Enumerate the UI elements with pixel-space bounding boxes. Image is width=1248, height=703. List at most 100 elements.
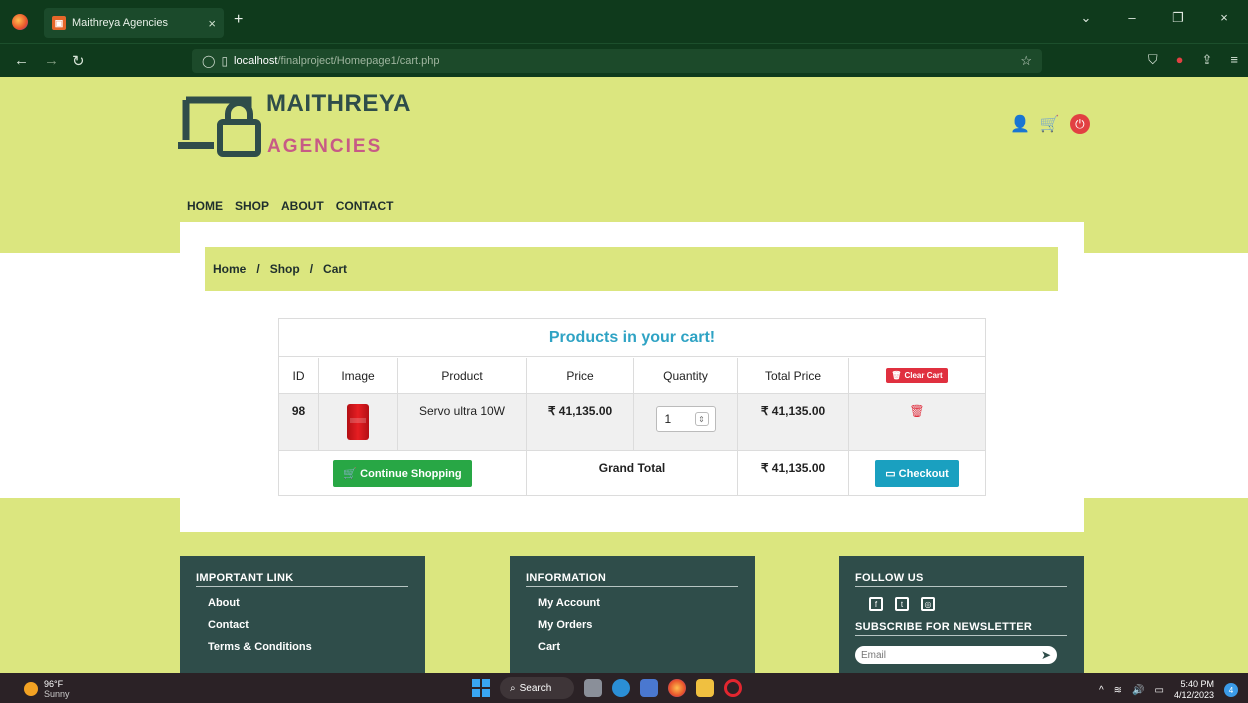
col-id: ID	[279, 358, 319, 393]
address-bar[interactable]: ◯ ▯ localhost /finalproject/Homepage1/ca…	[192, 49, 1042, 73]
shield-icon: ◯	[202, 54, 216, 68]
newsletter-email-input[interactable]: Email ➤	[855, 646, 1057, 664]
firefox-taskbar-icon[interactable]	[668, 679, 686, 697]
url-path: /finalproject/Homepage1/cart.php	[277, 55, 440, 67]
breadcrumb-shop[interactable]: Shop	[270, 262, 300, 276]
browser-tab[interactable]: ▣ Maithreya Agencies ×	[44, 8, 224, 38]
search-label: Search	[519, 682, 552, 694]
back-icon[interactable]: ←	[14, 52, 29, 69]
clock-time: 5:40 PM	[1180, 679, 1214, 689]
col-price: Price	[527, 358, 634, 393]
continue-shopping-button[interactable]: 🛒 Continue Shopping	[333, 460, 472, 487]
bookmark-star-icon[interactable]: ☆	[1020, 53, 1032, 69]
remove-item-trash-icon[interactable]: 🗑	[909, 404, 924, 450]
taskbar-apps: ⌕ Search	[472, 677, 742, 699]
checkout-label: Checkout	[898, 468, 949, 480]
edge-icon[interactable]	[612, 679, 630, 697]
search-icon: ⌕	[510, 682, 516, 694]
checkout-button[interactable]: ▭ Checkout	[875, 460, 959, 487]
twitter-icon[interactable]: t	[895, 597, 909, 611]
footer-follow: FOLLOW US f t ◎ SUBSCRIBE FOR NEWSLETTER…	[839, 556, 1084, 674]
volume-icon[interactable]: 🔊	[1132, 685, 1144, 696]
instagram-icon[interactable]: ◎	[921, 597, 935, 611]
col-total-price: Total Price	[738, 358, 849, 393]
product-image	[347, 404, 369, 440]
item-quantity-cell: 1 ⇕	[634, 394, 738, 450]
windows-start-icon[interactable]	[472, 679, 490, 697]
task-view-icon[interactable]	[584, 679, 602, 697]
reload-icon[interactable]: ↻	[72, 52, 85, 70]
footer-link-about[interactable]: About	[208, 597, 409, 609]
cart-icon: 🛒	[343, 468, 358, 480]
tab-close-icon[interactable]: ×	[208, 16, 216, 31]
opera-icon[interactable]	[724, 679, 742, 697]
breadcrumb-separator: /	[309, 262, 314, 276]
quantity-value: 1	[664, 412, 672, 426]
taskbar-search[interactable]: ⌕ Search	[500, 677, 574, 699]
breadcrumb-home[interactable]: Home	[213, 262, 246, 276]
temperature: 96°F	[44, 679, 64, 689]
user-icon[interactable]: 👤	[1010, 114, 1030, 134]
cart-table: Products in your cart! ID Image Product …	[278, 318, 986, 496]
footer-link-cart[interactable]: Cart	[538, 641, 739, 653]
footer-important-links: IMPORTANT LINK About Contact Terms & Con…	[180, 556, 425, 674]
menu-contact[interactable]: CONTACT	[336, 199, 394, 213]
spinner-arrows-icon[interactable]: ⇕	[694, 412, 709, 426]
send-icon[interactable]: ➤	[1041, 648, 1051, 662]
footer-link-my-account[interactable]: My Account	[538, 597, 739, 609]
forward-icon[interactable]: →	[44, 52, 59, 69]
menu-home[interactable]: HOME	[187, 199, 223, 213]
social-links: f t ◎	[869, 597, 1068, 611]
share-icon[interactable]: ⇪	[1202, 52, 1213, 68]
weather-widget[interactable]: 96°F Sunny	[24, 679, 70, 699]
menu-shop[interactable]: SHOP	[235, 199, 269, 213]
close-window-button[interactable]: ×	[1214, 10, 1234, 26]
battery-icon[interactable]: ▭	[1155, 685, 1164, 696]
logout-power-icon[interactable]: ⏻	[1069, 114, 1090, 134]
menu-icon[interactable]: ≡	[1230, 52, 1238, 68]
breadcrumb-cart: Cart	[323, 262, 348, 276]
brand-subtitle: AGENCIES	[267, 136, 383, 157]
brand-name: MAITHREYA	[266, 90, 411, 117]
notification-badge[interactable]: 4	[1224, 683, 1238, 697]
wifi-icon[interactable]: ≋	[1114, 685, 1122, 696]
laptop-lock-logo-icon	[178, 96, 261, 157]
new-tab-button[interactable]: +	[234, 11, 243, 29]
file-explorer-icon[interactable]	[696, 679, 714, 697]
extension-icon[interactable]: ●	[1176, 52, 1184, 68]
cart-icon[interactable]: 🛒	[1040, 114, 1060, 134]
item-product: Servo ultra 10W	[398, 394, 527, 450]
item-image-cell	[319, 394, 398, 450]
quantity-stepper[interactable]: 1 ⇕	[655, 406, 716, 432]
clear-cart-button[interactable]: 🗑 Clear Cart	[886, 368, 948, 383]
item-price: ₹ 41,135.00	[527, 394, 634, 450]
header-icons: 👤 🛒 ⏻	[1010, 114, 1090, 134]
menu-about[interactable]: ABOUT	[281, 199, 324, 213]
firefox-icon[interactable]	[12, 14, 28, 30]
continue-cell: 🛒 Continue Shopping	[279, 451, 527, 496]
breadcrumb-separator: /	[256, 262, 260, 276]
chevron-up-icon[interactable]: ^	[1099, 685, 1104, 696]
footer-link-contact[interactable]: Contact	[208, 619, 409, 631]
restore-button[interactable]: ❐	[1168, 10, 1188, 26]
grand-total-label: Grand Total	[527, 451, 738, 496]
pocket-icon[interactable]: ⛉	[1148, 52, 1158, 68]
footer-heading: FOLLOW US	[855, 572, 1067, 587]
window-controls: ⌄ – ❐ ×	[1076, 10, 1248, 26]
footer-link-my-orders[interactable]: My Orders	[538, 619, 739, 631]
facebook-icon[interactable]: f	[869, 597, 883, 611]
grand-total-value: ₹ 41,135.00	[738, 451, 849, 496]
minimize-button[interactable]: –	[1122, 10, 1142, 26]
tab-title: Maithreya Agencies	[72, 17, 168, 29]
clear-cart-label: Clear Cart	[904, 371, 943, 380]
store-icon[interactable]	[640, 679, 658, 697]
table-row: 98 Servo ultra 10W ₹ 41,135.00 1 ⇕ ₹ 41,…	[279, 394, 985, 451]
browser-tabbar: ▣ Maithreya Agencies × + ⌄ – ❐ ×	[0, 0, 1248, 43]
tab-list-icon[interactable]: ⌄	[1076, 10, 1096, 26]
continue-shopping-label: Continue Shopping	[360, 468, 462, 480]
browser-navbar: ← → ↻ ◯ ▯ localhost /finalproject/Homepa…	[0, 43, 1248, 77]
newsletter-heading: SUBSCRIBE FOR NEWSLETTER	[855, 621, 1067, 636]
clock[interactable]: 5:40 PM 4/12/2023	[1174, 679, 1214, 701]
weather-condition: Sunny	[44, 689, 70, 699]
footer-link-terms[interactable]: Terms & Conditions	[208, 641, 409, 653]
